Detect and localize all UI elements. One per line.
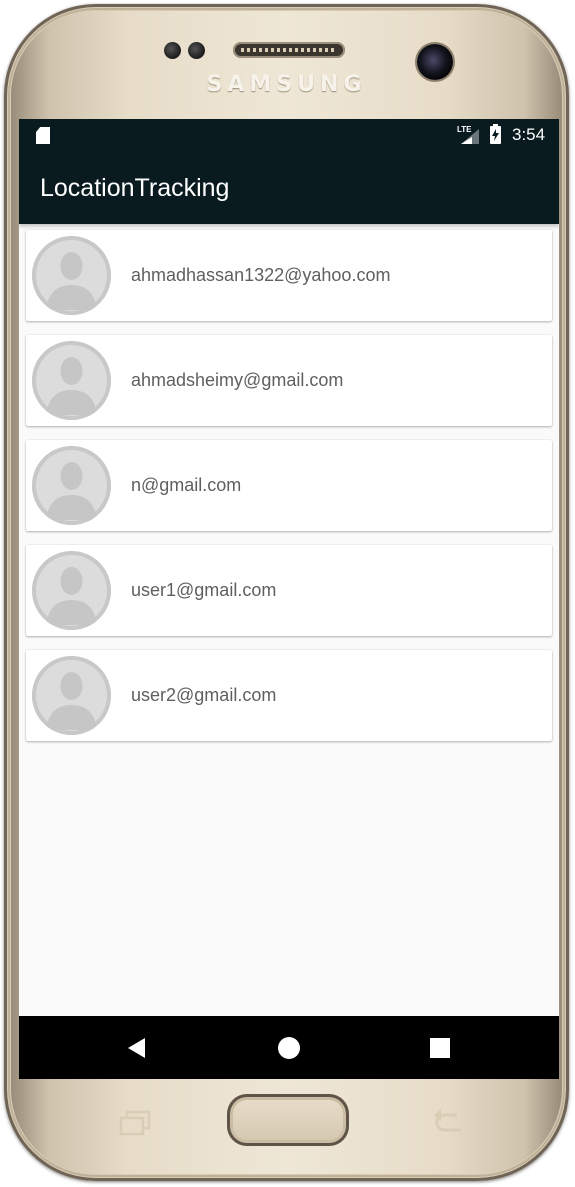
app-title: LocationTracking — [40, 174, 230, 202]
avatar-icon — [32, 551, 111, 630]
sd-card-icon — [36, 127, 50, 144]
recents-square-icon[interactable] — [427, 1035, 453, 1061]
status-bar: LTE 3:54 — [19, 119, 559, 151]
user-email: user2@gmail.com — [131, 685, 277, 705]
navigation-bar — [19, 1016, 559, 1079]
user-card[interactable]: n@gmail.com — [26, 440, 552, 531]
battery-charging-icon — [490, 124, 501, 144]
user-email: ahmadsheimy@gmail.com — [131, 370, 344, 390]
hardware-back-icon[interactable] — [431, 1108, 467, 1136]
avatar-icon — [32, 236, 111, 315]
avatar-icon — [32, 656, 111, 735]
user-email: n@gmail.com — [131, 475, 242, 495]
user-card[interactable]: ahmadhassan1322@yahoo.com — [26, 230, 552, 321]
back-icon[interactable] — [123, 1035, 149, 1061]
user-card[interactable]: user1@gmail.com — [26, 545, 552, 636]
user-email: ahmadhassan1322@yahoo.com — [131, 265, 391, 285]
user-email: user1@gmail.com — [131, 580, 277, 600]
avatar-icon — [32, 446, 111, 525]
hardware-recents-icon[interactable] — [118, 1110, 152, 1136]
earpiece-speaker — [233, 42, 345, 58]
home-hardware-button[interactable] — [227, 1094, 349, 1146]
user-card[interactable]: user2@gmail.com — [26, 650, 552, 741]
screen: LTE 3:54 LocationTracking ahmadhassan132… — [19, 119, 559, 1079]
brand-logo: SAMSUNG — [206, 72, 367, 97]
avatar-icon — [32, 341, 111, 420]
proximity-sensor-icon — [164, 42, 181, 59]
app-bar: LocationTracking — [19, 151, 559, 224]
light-sensor-icon — [188, 42, 205, 59]
phone-frame: SAMSUNG LTE 3:54 LocationTracking ahmadh… — [4, 4, 569, 1181]
signal-icon — [461, 129, 479, 144]
status-time: 3:54 — [512, 125, 546, 144]
user-card[interactable]: ahmadsheimy@gmail.com — [26, 335, 552, 426]
home-circle-icon[interactable] — [276, 1035, 302, 1061]
